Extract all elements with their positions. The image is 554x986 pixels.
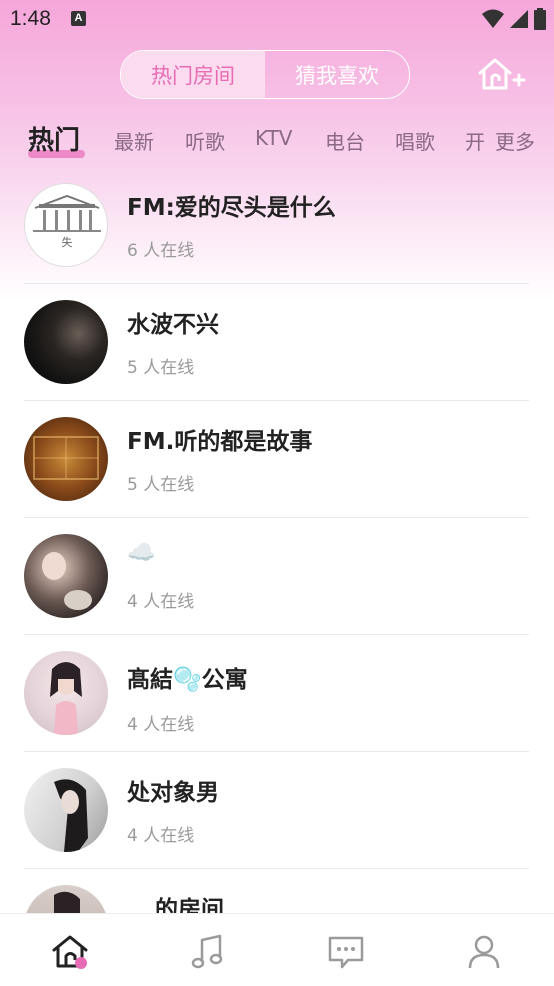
- segment-hot-rooms[interactable]: 热门房间: [121, 51, 265, 98]
- segment-guess-you-like[interactable]: 猜我喜欢: [265, 51, 409, 98]
- room-title: FM.听的都是故事: [127, 429, 313, 455]
- room-avatar: [24, 768, 108, 852]
- room-avatar: [24, 300, 108, 384]
- wifi-icon: [482, 9, 504, 28]
- battery-icon: [534, 8, 546, 30]
- tab-more[interactable]: 更多: [495, 126, 535, 155]
- room-item[interactable]: ☁️ 4 人在线: [0, 517, 554, 635]
- person-icon[interactable]: [464, 932, 504, 972]
- room-title: FM:爱的尽头是什么: [127, 195, 336, 221]
- room-online-count: 4 人在线: [127, 592, 195, 612]
- room-title: 髙結🫧公寓: [127, 667, 248, 693]
- room-item[interactable]: FM.听的都是故事 5 人在线: [0, 400, 554, 518]
- room-online-count: 5 人在线: [127, 358, 195, 378]
- room-item[interactable]: 处对象男 4 人在线: [0, 751, 554, 869]
- room-title: 水波不兴: [127, 312, 219, 338]
- system-icons: [482, 8, 546, 30]
- room-mode-switch: 热门房间 猜我喜欢: [120, 50, 410, 99]
- tab-latest[interactable]: 最新: [114, 126, 154, 155]
- room-online-count: 4 人在线: [127, 826, 195, 846]
- room-avatar: [24, 534, 108, 618]
- room-title: 处对象男: [127, 780, 219, 806]
- home-plus-icon[interactable]: [476, 55, 526, 93]
- clock: 1:48: [10, 7, 51, 30]
- notification-a-icon: A: [71, 11, 86, 26]
- chat-icon[interactable]: [326, 932, 366, 972]
- tab-radio[interactable]: 电台: [325, 126, 365, 155]
- room-item[interactable]: 髙結🫧公寓 4 人在线: [0, 634, 554, 752]
- category-tabs: 热门 最新 听歌 KTV 电台 唱歌 开 更多: [0, 118, 554, 162]
- svg-text:失: 失: [62, 236, 73, 249]
- room-avatar: [24, 651, 108, 735]
- tab-sing[interactable]: 唱歌: [395, 126, 435, 155]
- tab-hot[interactable]: 热门: [28, 120, 80, 157]
- room-avatar: [24, 417, 108, 501]
- tab-ktv[interactable]: KTV: [255, 126, 292, 150]
- tab-listen[interactable]: 听歌: [185, 126, 225, 155]
- room-online-count: 4 人在线: [127, 715, 195, 735]
- status-bar: 1:48 A: [0, 0, 554, 38]
- room-online-count: 6 人在线: [127, 241, 195, 261]
- music-note-icon[interactable]: [188, 932, 228, 972]
- room-item[interactable]: 水波不兴 5 人在线: [0, 283, 554, 401]
- room-online-count: 5 人在线: [127, 475, 195, 495]
- room-avatar: 失: [24, 183, 108, 267]
- bottom-navigation: [0, 913, 554, 986]
- tab-open[interactable]: 开: [465, 126, 485, 155]
- room-item[interactable]: 失 FM:爱的尽头是什么 6 人在线: [0, 166, 554, 284]
- room-title: ☁️: [127, 540, 156, 566]
- home-icon[interactable]: [50, 932, 90, 972]
- signal-icon: [510, 10, 528, 28]
